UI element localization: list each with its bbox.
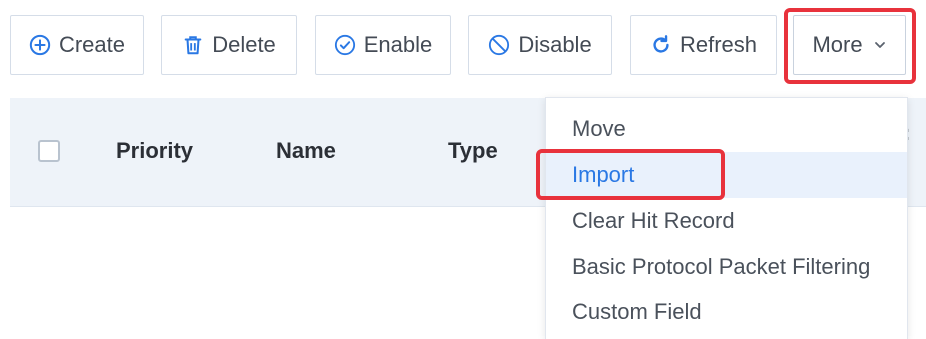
column-header-type[interactable]: Type [448,138,498,164]
chevron-down-icon [873,38,887,52]
enable-button-label: Enable [363,32,433,57]
disable-button-label: Disable [518,32,592,57]
refresh-icon [650,34,672,56]
menu-item-custom-field[interactable]: Custom Field [546,289,907,335]
create-button-label: Create [58,32,126,57]
delete-button-label: Delete [212,32,276,57]
refresh-button[interactable]: Refresh [630,15,777,75]
menu-item-basic-protocol-packet-filtering[interactable]: Basic Protocol Packet Filtering [546,244,907,290]
more-button[interactable]: More [793,15,906,75]
more-dropdown-menu: Move Import Clear Hit Record Basic Proto… [545,97,908,339]
disable-button[interactable]: Disable [468,15,612,75]
column-header-name[interactable]: Name [276,138,336,164]
menu-item-move[interactable]: Move [546,106,907,152]
trash-icon [182,34,204,56]
select-all-checkbox[interactable] [38,140,60,162]
more-button-label: More [812,32,863,57]
enable-button[interactable]: Enable [315,15,451,75]
create-button[interactable]: Create [10,15,144,75]
toolbar: Create Delete Enable Disable Refresh Mor… [0,0,926,90]
menu-item-import[interactable]: Import [546,152,907,198]
refresh-button-label: Refresh [679,32,758,57]
check-circle-icon [334,34,356,56]
ban-icon [488,34,510,56]
delete-button[interactable]: Delete [161,15,297,75]
menu-item-clear-hit-record[interactable]: Clear Hit Record [546,198,907,244]
column-header-priority[interactable]: Priority [116,138,193,164]
plus-circle-icon [29,34,51,56]
